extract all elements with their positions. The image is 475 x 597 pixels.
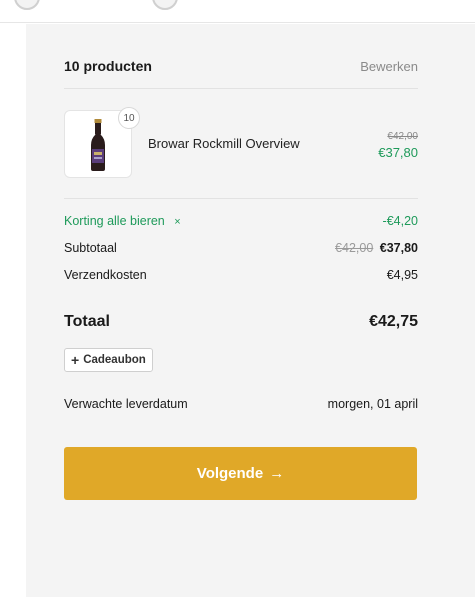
product-old-price: €42,00: [387, 131, 418, 142]
arrow-right-icon: →: [269, 465, 285, 482]
cart-header: 10 producten Bewerken: [64, 58, 418, 74]
subtotal-row: Subtotaal €42,00 €37,80: [64, 241, 418, 255]
order-summary-panel: 10 producten Bewerken 10 Browar Rockmill…: [26, 24, 475, 597]
step-indicator: [14, 0, 40, 10]
delivery-row: Verwachte leverdatum morgen, 01 april: [64, 397, 418, 411]
next-button[interactable]: Volgende →: [64, 447, 417, 500]
total-row: Totaal €42,75: [64, 313, 418, 331]
total-value: €42,75: [369, 313, 418, 330]
cart-title: 10 producten: [64, 58, 152, 74]
shipping-value: €4,95: [386, 268, 418, 282]
delivery-label: Verwachte leverdatum: [64, 397, 188, 411]
discount-label-group: Korting alle bieren ×: [64, 214, 181, 228]
product-name: Browar Rockmill Overview: [148, 136, 300, 151]
product-new-price: €37,80: [378, 145, 418, 160]
top-strip: [0, 0, 475, 23]
gift-card-button[interactable]: + Cadeaubon: [64, 348, 153, 372]
edit-button[interactable]: Bewerken: [360, 59, 418, 74]
plus-icon: +: [71, 352, 80, 368]
divider: [64, 88, 418, 89]
subtotal-label: Subtotaal: [64, 241, 117, 255]
step-indicator: [152, 0, 178, 10]
subtotal-old-value: €42,00: [335, 241, 374, 255]
quantity-badge: 10: [118, 107, 140, 129]
next-label: Volgende: [196, 465, 264, 482]
divider: [64, 198, 418, 199]
shipping-label: Verzendkosten: [64, 268, 147, 282]
shipping-row: Verzendkosten €4,95: [64, 268, 418, 282]
subtotal-values: €42,00 €37,80: [335, 241, 418, 255]
remove-discount-icon[interactable]: ×: [174, 216, 180, 228]
delivery-value: morgen, 01 april: [327, 397, 418, 411]
discount-label: Korting alle bieren: [64, 214, 165, 228]
total-label: Totaal: [64, 313, 110, 330]
discount-row: Korting alle bieren × -€4,20: [64, 214, 418, 228]
discount-value: -€4,20: [382, 214, 418, 228]
subtotal-new-value: €37,80: [379, 241, 418, 255]
gift-card-label: Cadeaubon: [83, 354, 146, 366]
